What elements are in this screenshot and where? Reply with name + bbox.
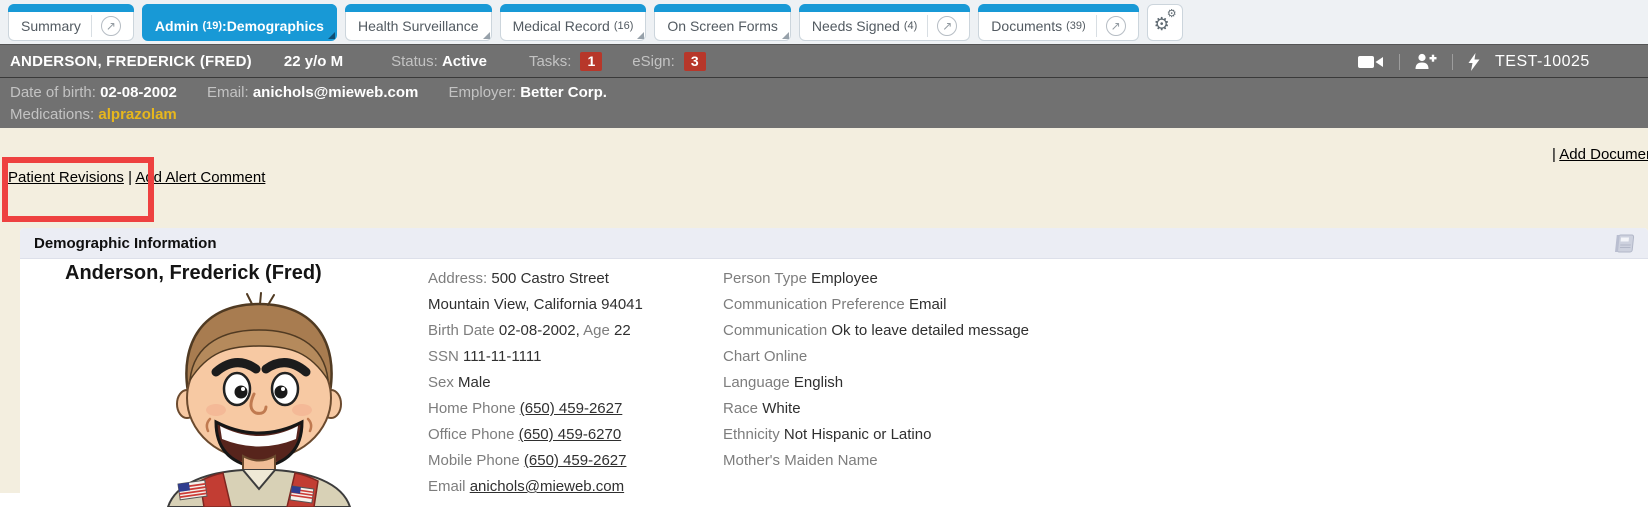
dob-label: Date of birth: (10, 84, 96, 101)
field-address-line2: Mountain View, California 94041 (428, 292, 728, 318)
field-address: Address: 500 Castro Street (428, 266, 728, 292)
separator: | (128, 169, 132, 186)
demographic-information-panel: Demographic Information Anderson, Freder… (20, 228, 1648, 493)
email-link[interactable]: anichols@mieweb.com (470, 478, 624, 495)
patient-info-bar: Date of birth: 02-08-2002 Email: anichol… (0, 77, 1648, 128)
field-chart-online: Chart Online (723, 344, 1163, 370)
tab-label: On Screen Forms (667, 18, 777, 34)
field-race: Race White (723, 396, 1163, 422)
tasks-label: Tasks: (529, 53, 572, 70)
email-label: Email: (207, 84, 249, 101)
employer-value: Better Corp. (520, 84, 607, 101)
patient-header-bar: ANDERSON, FREDERICK (FRED) 22 y/o M Stat… (0, 44, 1648, 77)
tab-documents[interactable]: Documents(39) ↗ (978, 4, 1138, 41)
tab-label: Documents (991, 18, 1062, 34)
status-label: Status: (391, 53, 438, 70)
settings-button[interactable]: ⚙ ⚙ (1147, 4, 1183, 41)
field-sex: Sex Male (428, 370, 728, 396)
tab-label: Medical Record (513, 18, 610, 34)
dropdown-fold-icon[interactable] (782, 32, 789, 39)
add-alert-comment-link[interactable]: Add Alert Comment (135, 169, 265, 186)
add-document-link[interactable]: Add Document (1559, 146, 1648, 163)
gears-icon-small: ⚙ (1167, 9, 1177, 20)
field-communication: Communication Ok to leave detailed messa… (723, 318, 1163, 344)
tab-health-surveillance[interactable]: Health Surveillance (345, 4, 492, 41)
field-home-phone: Home Phone (650) 459-2627 (428, 396, 728, 422)
tab-label: Health Surveillance (358, 18, 479, 34)
tab-label: Summary (21, 18, 81, 34)
add-user-icon[interactable] (1415, 53, 1437, 70)
field-language: Language English (723, 370, 1163, 396)
chart-tab-bar: Summary ↗ Admin(19):Demographics Health … (0, 0, 1648, 44)
separator: | (1552, 146, 1556, 163)
field-mothers-maiden-name: Mother's Maiden Name (723, 448, 1163, 474)
divider (1452, 54, 1453, 70)
esign-label: eSign: (632, 53, 675, 70)
field-birth-date: Birth Date 02-08-2002, Age 22 (428, 318, 728, 344)
video-call-icon[interactable] (1358, 54, 1384, 70)
patient-action-links: Patient Revisions | Add Alert Comment (8, 169, 265, 186)
journal-icon[interactable] (1612, 233, 1636, 258)
panel-title: Demographic Information (34, 235, 217, 252)
tab-medical-record[interactable]: Medical Record(16) (500, 4, 647, 41)
tasks-count-badge[interactable]: 1 (580, 52, 602, 71)
panel-header: Demographic Information (20, 228, 1648, 259)
patient-revisions-link[interactable]: Patient Revisions (8, 169, 124, 186)
home-phone-link[interactable]: (650) 459-2627 (520, 400, 623, 417)
office-phone-link[interactable]: (650) 459-6270 (519, 426, 622, 443)
patient-display-name: Anderson, Frederick (Fred) (65, 262, 322, 285)
field-mobile-phone: Mobile Phone (650) 459-2627 (428, 448, 728, 474)
field-ethnicity: Ethnicity Not Hispanic or Latino (723, 422, 1163, 448)
medications-label: Medications: (10, 106, 94, 123)
dob-value: 02-08-2002 (100, 84, 177, 101)
tab-needs-signed[interactable]: Needs Signed(4) ↗ (799, 4, 970, 41)
mobile-phone-link[interactable]: (650) 459-2627 (524, 452, 627, 469)
tab-label: Admin (155, 18, 199, 34)
demographics-middle-column: Address: 500 Castro Street Mountain View… (428, 266, 728, 500)
patient-age-sex: 22 y/o M (284, 53, 343, 70)
field-office-phone: Office Phone (650) 459-6270 (428, 422, 728, 448)
external-link-icon[interactable]: ↗ (1106, 16, 1126, 36)
dropdown-fold-icon[interactable] (637, 32, 644, 39)
field-communication-preference: Communication Preference Email (723, 292, 1163, 318)
add-document-line: | Add Document (1552, 146, 1648, 163)
demographics-right-column: Person Type Employee Communication Prefe… (723, 266, 1163, 474)
patient-photo (140, 292, 378, 507)
dropdown-fold-icon[interactable] (483, 32, 490, 39)
tab-admin-demographics[interactable]: Admin(19):Demographics (142, 4, 337, 41)
tab-summary[interactable]: Summary ↗ (8, 4, 134, 41)
email-value: anichols@mieweb.com (253, 84, 419, 101)
external-link-icon[interactable]: ↗ (101, 16, 121, 36)
external-link-icon[interactable]: ↗ (937, 16, 957, 36)
medication-link[interactable]: alprazolam (98, 106, 176, 123)
divider (1399, 54, 1400, 70)
field-email: Email anichols@mieweb.com (428, 474, 728, 500)
flag-patch (178, 480, 207, 500)
tab-on-screen-forms[interactable]: On Screen Forms (654, 4, 790, 41)
flag-patch (290, 486, 314, 503)
field-person-type: Person Type Employee (723, 266, 1163, 292)
chart-id: TEST-10025 (1495, 53, 1590, 71)
dropdown-fold-icon[interactable] (328, 32, 335, 39)
patient-name: ANDERSON, FREDERICK (FRED) (10, 53, 252, 70)
field-ssn: SSN 111-11-1111 (428, 344, 728, 370)
esign-count-badge[interactable]: 3 (684, 52, 706, 71)
lightning-bolt-icon[interactable] (1468, 53, 1480, 71)
status-value: Active (442, 53, 487, 70)
employer-label: Employer: (449, 84, 517, 101)
tab-label: Needs Signed (812, 18, 900, 34)
